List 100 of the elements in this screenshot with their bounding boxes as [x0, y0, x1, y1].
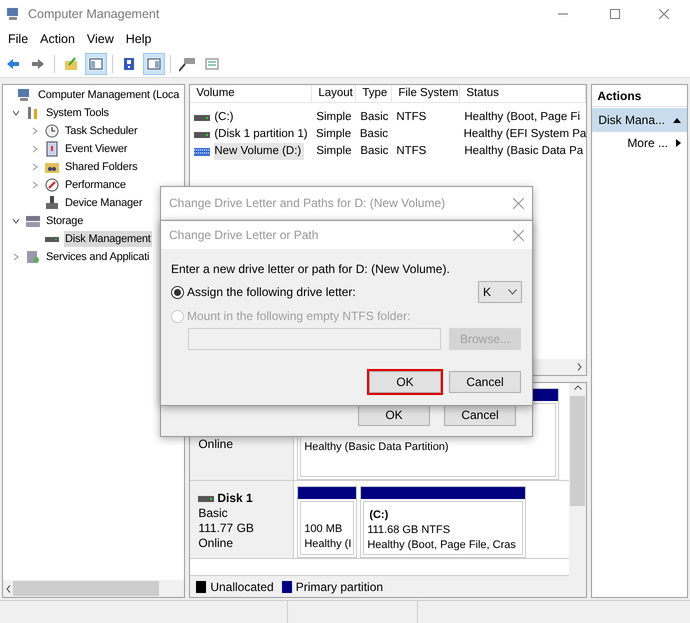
menu-item[interactable]: Action: [34, 30, 81, 48]
partition-label: (C:): [368, 508, 390, 523]
drive-icon: [194, 132, 210, 138]
dialog-button[interactable]: OK: [358, 404, 430, 426]
chevron-down-icon[interactable]: [12, 109, 20, 117]
tree-item[interactable]: Device Manager: [64, 194, 144, 212]
minimize-icon[interactable]: [558, 13, 568, 15]
partition-block[interactable]: 100 MB Healthy (I: [297, 486, 358, 558]
storage-icon: [25, 213, 41, 229]
tree-item[interactable]: Services and Applicati: [45, 248, 150, 266]
table-cell[interactable]: New Volume (D:): [214, 142, 304, 160]
list-icon: [204, 56, 220, 72]
table-cell-text: Basic: [360, 110, 388, 125]
menu-item[interactable]: View: [80, 30, 120, 48]
partition-info: 111.68 GB NTFS: [367, 523, 452, 538]
tree-item[interactable]: Computer Management (Loca: [37, 86, 180, 104]
dialog-title: Change Drive Letter and Paths for D: (New Volume): [169, 195, 446, 212]
table-cell[interactable]: (Disk 1 partition 1): [214, 126, 308, 144]
chevron-right-icon[interactable]: [31, 127, 39, 135]
clock-icon: [44, 123, 60, 139]
legend-label: Primary partition: [296, 578, 384, 596]
legend-label: Unallocated: [210, 578, 274, 596]
services-icon: [25, 249, 41, 265]
disk-info: Online: [198, 536, 234, 551]
menu-item[interactable]: File: [2, 30, 34, 48]
partition-info: Healthy (I: [304, 537, 350, 552]
table-cell-text: Simple: [316, 110, 352, 125]
table-cell-text: Simple: [316, 126, 352, 142]
actions-title: Actions: [592, 85, 687, 107]
column-header[interactable]: Layout: [312, 85, 356, 102]
close-icon[interactable]: [513, 198, 524, 208]
maximize-icon[interactable]: [610, 9, 620, 19]
tree-item[interactable]: Disk Management: [64, 230, 152, 248]
folder-icon: [63, 56, 79, 72]
table-cell-text: NTFS: [396, 144, 426, 159]
radio-button[interactable]: [171, 286, 184, 298]
dialog-prompt: Enter a new drive letter or path for D: (New Volume).: [171, 261, 451, 278]
table-cell-text: Simple: [316, 144, 352, 159]
disk-info: 111.77 GB: [198, 521, 255, 536]
help-icon: [121, 56, 137, 72]
tree-item[interactable]: Performance: [64, 176, 127, 194]
vertical-scrollbar[interactable]: [569, 383, 586, 597]
submenu-arrow-icon[interactable]: [676, 139, 681, 147]
tree-item[interactable]: Task Scheduler: [64, 122, 138, 140]
chevron-right-icon[interactable]: [31, 145, 39, 153]
partition-info: Healthy (Basic Data Partition): [304, 440, 450, 455]
folder-path-field[interactable]: [188, 328, 441, 350]
disk-name: Disk 1: [217, 491, 253, 506]
disk-info: Basic: [198, 506, 229, 521]
close-icon[interactable]: [513, 230, 524, 240]
radio-label: Mount in the following empty NTFS folder:: [187, 308, 412, 325]
console-tree-icon: [88, 56, 104, 72]
column-header[interactable]: Type: [356, 85, 392, 102]
dialog-button[interactable]: OK: [369, 371, 441, 393]
chevron-right-icon[interactable]: [31, 163, 39, 171]
partition-header-bar: [298, 487, 356, 499]
window-title: Computer Management: [28, 6, 160, 23]
partition-block[interactable]: (C:) 111.68 GB NTFS Healthy (Boot, Page File, Cras: [360, 486, 526, 558]
table-cell-text: Basic: [360, 126, 388, 142]
chevron-right-icon[interactable]: [31, 181, 39, 189]
column-header[interactable]: File System: [392, 85, 460, 102]
dialog-button[interactable]: Cancel: [444, 404, 516, 426]
chevron-right-icon[interactable]: [12, 253, 20, 261]
table-cell-text: Healthy (Basic Data Pa: [464, 144, 584, 159]
drive-icon: [194, 114, 210, 120]
drive-letter-dropdown[interactable]: K: [478, 281, 522, 303]
plug-icon: [179, 56, 195, 72]
gauge-icon: [44, 177, 60, 193]
partition-info: 100 MB: [304, 522, 344, 537]
dialog-title: Change Drive Letter or Path: [169, 227, 320, 244]
table-cell-text: Healthy (Boot, Page Fi: [464, 110, 580, 125]
toolbar-button[interactable]: [143, 52, 165, 74]
action-pane-icon: [146, 56, 162, 72]
tree-item[interactable]: Shared Folders: [64, 158, 138, 176]
close-icon[interactable]: [659, 9, 669, 19]
column-header[interactable]: Volume: [190, 85, 312, 102]
table-cell-text: Basic: [360, 144, 388, 159]
partition-info: Healthy (Boot, Page File, Cras: [367, 538, 517, 553]
table-cell-text: NTFS: [396, 110, 426, 125]
menu-item[interactable]: Help: [120, 30, 158, 48]
tree-item[interactable]: Storage: [45, 212, 84, 230]
disk-info: Online: [198, 437, 234, 452]
scroll-right-icon[interactable]: [577, 363, 582, 371]
toolbar-button[interactable]: [85, 52, 107, 74]
striped-volume-icon: [194, 148, 210, 156]
tree-item[interactable]: System Tools: [45, 104, 110, 122]
tree-item[interactable]: Event Viewer: [64, 140, 128, 158]
horizontal-scrollbar[interactable]: [3, 580, 184, 597]
device-icon: [44, 195, 60, 211]
collapse-icon[interactable]: [673, 118, 681, 122]
chevron-down-icon[interactable]: [12, 217, 20, 225]
dialog-button[interactable]: Cancel: [449, 371, 521, 393]
dropdown-chevron-icon[interactable]: [508, 289, 517, 295]
table-cell-text: Healthy (EFI System Pa: [464, 126, 586, 142]
scroll-up-icon[interactable]: [574, 385, 582, 390]
column-header[interactable]: Status: [460, 85, 586, 102]
table-cell[interactable]: (C:): [214, 108, 234, 126]
more-link[interactable]: More ...: [627, 134, 668, 152]
scroll-left-icon[interactable]: [6, 584, 11, 592]
log-icon: [44, 141, 60, 157]
